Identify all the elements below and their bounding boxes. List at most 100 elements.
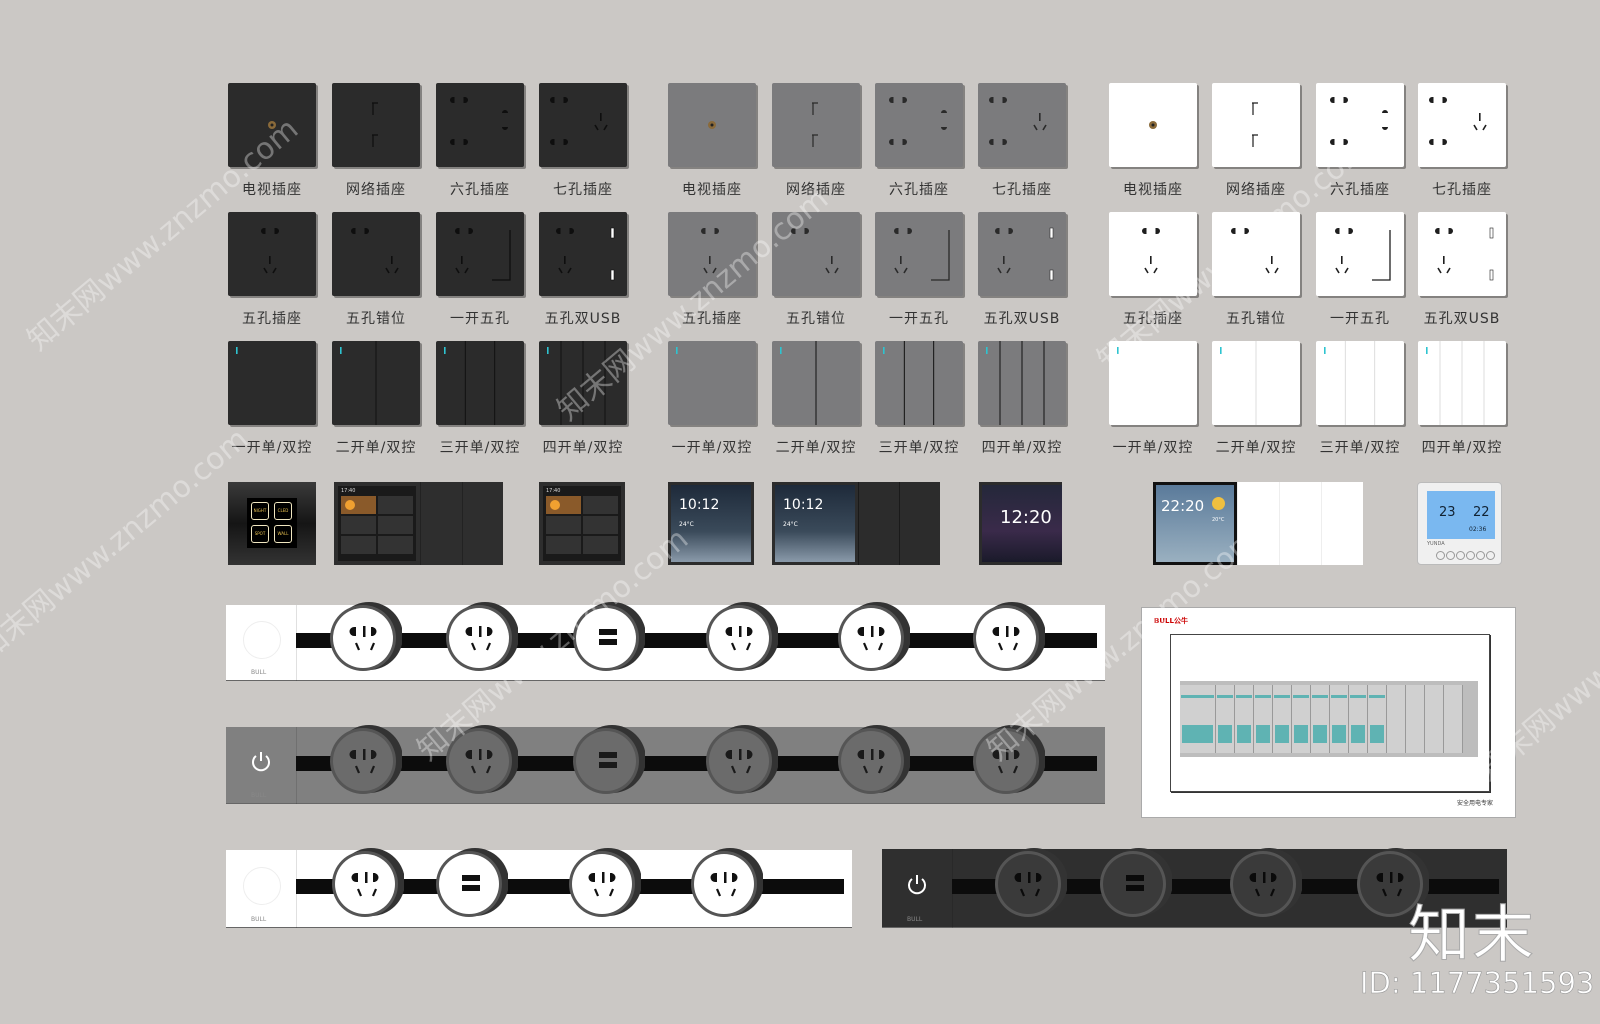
breaker-toggle[interactable] — [1332, 725, 1346, 743]
socket-module[interactable] — [330, 847, 404, 921]
thermostat-button[interactable] — [1466, 551, 1475, 560]
socket-module[interactable] — [328, 601, 402, 675]
touch-button[interactable] — [243, 867, 281, 905]
circuit-breaker[interactable] — [1349, 685, 1368, 753]
switch-face-icon — [1220, 341, 1257, 425]
touch-button[interactable] — [243, 621, 281, 659]
breaker-toggle[interactable] — [1351, 725, 1365, 743]
scene-button[interactable]: CLED — [274, 502, 292, 520]
socket-module[interactable] — [328, 724, 402, 798]
touch-key[interactable] — [462, 482, 503, 565]
breaker-rail — [1180, 681, 1478, 757]
clock-time: 12:20 — [1000, 507, 1052, 528]
scene-button[interactable]: WALL — [274, 525, 292, 543]
usb-module[interactable] — [434, 847, 508, 921]
tile-label: 一开单/双控 — [1112, 440, 1194, 456]
socket-face-icon — [1335, 228, 1391, 281]
light-icon — [345, 500, 355, 510]
socket-module[interactable] — [1228, 847, 1302, 921]
breaker-toggle[interactable] — [1237, 725, 1251, 743]
circuit-breaker[interactable] — [1235, 685, 1254, 753]
breaker-toggle[interactable] — [1313, 725, 1327, 743]
socket-module[interactable] — [993, 847, 1067, 921]
socket-module[interactable] — [704, 724, 778, 798]
thermostat-button[interactable] — [1486, 551, 1495, 560]
circuit-breaker[interactable] — [1216, 685, 1235, 753]
touch-screen[interactable]: 22:20 20°C — [1153, 482, 1237, 565]
scene-button[interactable]: NIGHT — [251, 502, 269, 520]
usb-module[interactable] — [571, 724, 645, 798]
control-tile[interactable] — [378, 536, 413, 554]
control-tile[interactable] — [583, 536, 618, 554]
touch-screen[interactable]: 10:12 24°C — [775, 485, 855, 562]
touch-screen[interactable]: 12:20 — [982, 485, 1062, 562]
socket-module[interactable] — [689, 847, 763, 921]
touch-screen[interactable]: 17:40 — [338, 486, 416, 561]
touch-key[interactable] — [420, 482, 462, 565]
tile-label: 五孔双USB — [544, 311, 622, 327]
tile-label: 五孔插座 — [242, 311, 302, 327]
smart-panel-3-gang: 17:40 — [334, 482, 503, 565]
breaker-toggle[interactable] — [1218, 725, 1232, 743]
usb-module[interactable] — [571, 601, 645, 675]
breaker-band — [1255, 695, 1271, 698]
touch-key[interactable] — [858, 482, 900, 565]
circuit-breaker[interactable] — [1273, 685, 1292, 753]
smart-weather-panel-3-gang: 22:20 20°C — [1153, 482, 1363, 565]
thermostat-button[interactable] — [1476, 551, 1485, 560]
touch-screen[interactable]: 10:12 24°C — [671, 485, 751, 562]
control-tile[interactable] — [341, 516, 376, 534]
breaker-toggle[interactable] — [1275, 725, 1289, 743]
touch-key[interactable] — [1321, 482, 1363, 565]
control-tile[interactable] — [583, 496, 618, 514]
control-tile[interactable] — [378, 496, 413, 514]
socket-face-icon — [550, 97, 608, 145]
socket-module[interactable] — [567, 847, 641, 921]
socket-module[interactable] — [971, 724, 1045, 798]
socket-module[interactable] — [836, 724, 910, 798]
power-button[interactable] — [249, 750, 273, 778]
thermostat-brand: YUNDA — [1427, 541, 1445, 547]
thermostat-button[interactable] — [1446, 551, 1455, 560]
control-tile[interactable] — [546, 516, 581, 534]
circuit-breaker[interactable] — [1311, 685, 1330, 753]
control-tile[interactable] — [546, 536, 581, 554]
breaker-toggle[interactable] — [1182, 725, 1213, 743]
switch-face-icon — [986, 341, 1045, 425]
circuit-breaker[interactable] — [1330, 685, 1349, 753]
touch-screen[interactable]: 17:40 — [543, 486, 621, 561]
outlet-icon — [446, 724, 518, 794]
socket-module[interactable] — [444, 724, 518, 798]
breaker-toggle[interactable] — [1370, 725, 1384, 743]
socket-module[interactable] — [971, 601, 1045, 675]
circuit-breaker[interactable] — [1368, 685, 1387, 753]
thermostat-button[interactable] — [1456, 551, 1465, 560]
breaker-toggle[interactable] — [1294, 725, 1308, 743]
weather-temp: 20°C — [1212, 517, 1225, 523]
scene-button[interactable]: SPOT — [251, 525, 269, 543]
control-tile[interactable] — [341, 536, 376, 554]
black-switch-five-tile — [436, 212, 524, 296]
tile-label: 五孔双USB — [983, 311, 1061, 327]
control-tile[interactable] — [583, 516, 618, 534]
touch-key[interactable] — [1279, 482, 1321, 565]
touch-key[interactable] — [1237, 482, 1279, 565]
switch-face-icon — [1426, 341, 1485, 425]
outlet-icon — [973, 724, 1045, 794]
circuit-breaker[interactable] — [1180, 685, 1216, 753]
touch-key[interactable] — [899, 482, 940, 565]
circuit-breaker[interactable] — [1292, 685, 1311, 753]
control-tile[interactable] — [378, 516, 413, 534]
socket-module[interactable] — [444, 601, 518, 675]
power-button[interactable] — [905, 873, 929, 901]
white-six-tile — [1316, 83, 1404, 167]
socket-module[interactable] — [704, 601, 778, 675]
tile-label: 一开五孔 — [1330, 311, 1390, 327]
usb-port-icon — [1100, 847, 1172, 917]
thermostat-button[interactable] — [1436, 551, 1445, 560]
circuit-breaker[interactable] — [1254, 685, 1273, 753]
breaker-toggle[interactable] — [1256, 725, 1270, 743]
tile-label: 六孔插座 — [450, 182, 510, 198]
usb-module[interactable] — [1098, 847, 1172, 921]
socket-module[interactable] — [836, 601, 910, 675]
